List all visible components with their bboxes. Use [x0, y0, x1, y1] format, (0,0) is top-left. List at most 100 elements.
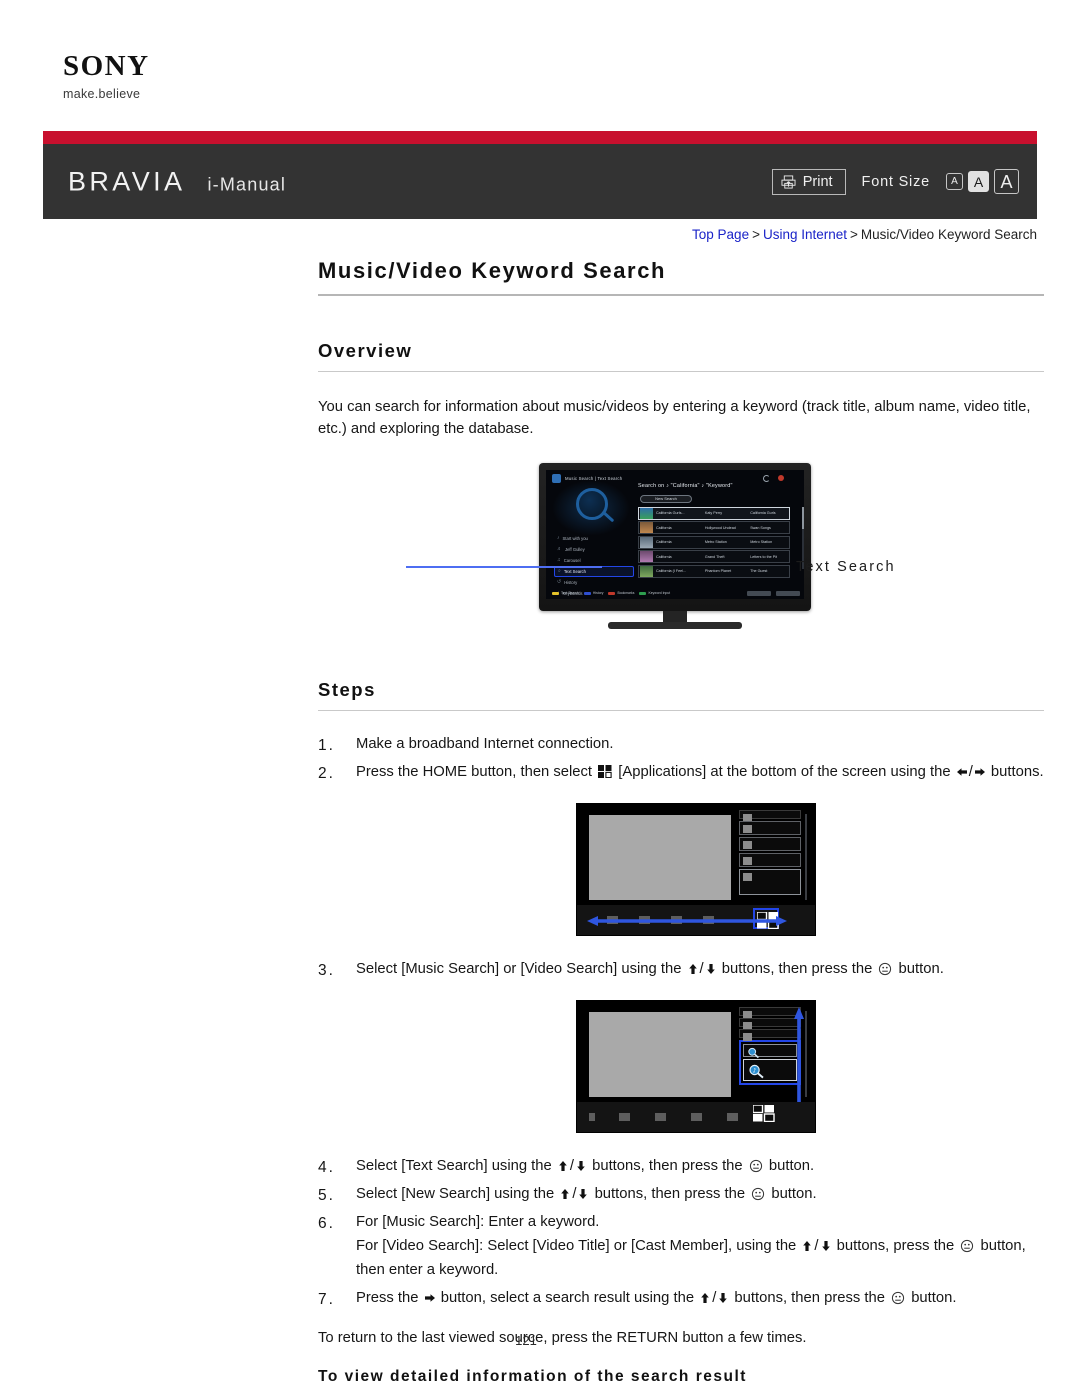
step-text: buttons, then press the	[717, 960, 877, 977]
sony-wordmark: SONY	[63, 50, 150, 82]
thumbnail-image	[640, 522, 653, 534]
step-number: 2.	[318, 764, 335, 782]
page-number: 121	[515, 1333, 537, 1348]
thumbnail-image	[640, 551, 653, 563]
printer-icon	[781, 174, 796, 189]
breadcrumb-item-top-page[interactable]: Top Page	[692, 227, 749, 242]
tv-menu-item[interactable]: ↺ History	[554, 577, 634, 588]
list-item-step-2: 2. Press the HOME button, then select [A…	[318, 761, 1044, 785]
diagram-home-screen-applications	[576, 802, 816, 936]
arrow-up-icon	[801, 1237, 813, 1251]
result-album: Metro Station	[750, 540, 773, 545]
list-item-step-7: 7. Press the button, select a search res…	[318, 1287, 1044, 1311]
page-title: Music/Video Keyword Search	[318, 258, 667, 283]
result-title: California Gurls...	[656, 511, 685, 516]
font-size-label: Font Size	[861, 173, 930, 190]
bravia-wordmark: BRAVIA	[68, 166, 186, 196]
font-size-medium-button[interactable]: A	[968, 171, 989, 192]
step-text: buttons, then press the	[730, 1289, 890, 1306]
diagram-list-item	[739, 1006, 801, 1019]
step-text: buttons, press the	[832, 1237, 959, 1254]
result-album: The Guest	[750, 569, 768, 574]
step-text: Press the HOME button, then select	[356, 763, 597, 780]
new-search-button[interactable]: New Search	[640, 494, 692, 503]
font-size-small-button[interactable]: A	[946, 173, 963, 190]
breadcrumb-item-using-internet[interactable]: Using Internet	[763, 227, 847, 242]
imanual-label: i-Manual	[207, 174, 287, 194]
print-button[interactable]: Print	[771, 168, 846, 195]
magnifier-handle	[601, 510, 615, 523]
diagram-scroll-rail	[805, 813, 807, 900]
tv-menu-item-label: Jeff Gulley	[565, 546, 585, 552]
list-item-step-5: 5. Select [New Search] using the / butto…	[318, 1183, 1044, 1207]
tv-footer-button[interactable]	[776, 590, 800, 596]
diagram-item-thumb	[743, 824, 752, 833]
search-icon: ⌕	[558, 568, 561, 575]
main-content: Music/Video Keyword Search Overview You …	[318, 258, 1044, 1386]
subsection-heading: To view detailed information of the sear…	[318, 1367, 747, 1385]
tv-menu-item[interactable]: ♬ Jeff Gulley	[554, 544, 634, 555]
step-text: /	[968, 763, 973, 780]
diagram-category-chip	[727, 1112, 738, 1121]
step-text: buttons, then press the	[590, 1185, 750, 1202]
search-icon	[747, 1046, 760, 1059]
step-text: For [Video Search]: Select [Video Title]…	[356, 1237, 801, 1254]
diagram-list-item	[739, 852, 801, 867]
tv-menu-item[interactable]: ♪ Start with you	[554, 533, 634, 544]
steps-list-part2: 3. Select [Music Search] or [Video Searc…	[318, 958, 1044, 982]
apps-icon	[752, 1104, 779, 1126]
result-title: California	[656, 540, 672, 545]
function-button-yellow[interactable]: Text Search	[552, 591, 579, 595]
thumbnail-image	[640, 536, 653, 548]
table-row[interactable]: California (I Feel... Phantom Planet The…	[638, 564, 790, 578]
table-row[interactable]: California Hollywood Undead Swan Songs	[638, 521, 790, 535]
tv-screen-title: Music Search | Text Search	[565, 475, 623, 481]
diagram-item-thumb	[743, 856, 752, 865]
step-text: Press the	[356, 1289, 423, 1306]
steps-list-part1: 1. Make a broadband Internet connection.…	[318, 733, 1044, 785]
table-row[interactable]: California Grand Theft Letters to the Pi…	[638, 550, 790, 564]
result-title: California (I Feel...	[656, 569, 687, 574]
table-row[interactable]: California Metro Station Metro Station	[638, 535, 790, 549]
font-size-large-button[interactable]: A	[994, 169, 1019, 194]
step-text: /	[572, 1185, 577, 1202]
list-item-step-4: 4. Select [Text Search] using the / butt…	[318, 1155, 1044, 1179]
step-number: 6.	[318, 1214, 335, 1232]
magnifier-lens	[576, 487, 608, 520]
tv-menu-item[interactable]: ♫ Carousel	[554, 555, 634, 566]
tv-screen-topbar: Music Search | Text Search	[552, 473, 623, 483]
arrow-left-icon	[956, 763, 968, 776]
result-artist: Metro Station	[704, 540, 727, 545]
tv-screen: Music Search | Text Search ♪ Start with y…	[546, 469, 804, 599]
enter-icon	[751, 1186, 765, 1200]
sony-logo: SONY make.believe	[63, 50, 150, 102]
step-text: buttons, then press the	[588, 1157, 747, 1174]
function-button-label: Bookmarks	[617, 591, 635, 596]
function-button-blue[interactable]: History	[583, 591, 603, 595]
table-row[interactable]: California Gurls... Katy Perry Californi…	[638, 506, 790, 520]
callout-leader-line	[406, 565, 602, 568]
diagram-list-item	[739, 820, 801, 835]
step-text: button.	[894, 960, 944, 977]
tv-menu-item-text-search[interactable]: ⌕ Text Search	[554, 565, 634, 577]
function-button-red[interactable]: Bookmarks	[608, 591, 634, 595]
arrow-up-icon	[557, 1157, 569, 1171]
avatar-icon	[778, 474, 784, 481]
overview-divider	[318, 371, 1044, 372]
function-button-green[interactable]: Keyword Input	[639, 591, 670, 595]
print-button-label: Print	[802, 173, 833, 190]
apps-icon	[598, 763, 612, 779]
function-button-label: Keyword Input	[648, 591, 671, 596]
color-chip-green-icon	[639, 591, 647, 596]
diagram-item-list: ♪	[739, 1006, 807, 1097]
thumbnail-image	[640, 507, 653, 519]
arrow-up-icon	[699, 1289, 711, 1303]
tv-footer-button[interactable]	[747, 590, 771, 596]
arrow-down-icon	[575, 1157, 587, 1171]
step-number: 3.	[318, 961, 335, 979]
tv-menu-item-label: Text Search	[563, 568, 586, 574]
step-number: 1.	[318, 736, 335, 754]
tv-stand-base	[608, 621, 742, 629]
breadcrumb: Top Page > Using Internet > Music/Video Keyw…	[692, 227, 1037, 242]
arrow-right-icon	[974, 763, 986, 776]
